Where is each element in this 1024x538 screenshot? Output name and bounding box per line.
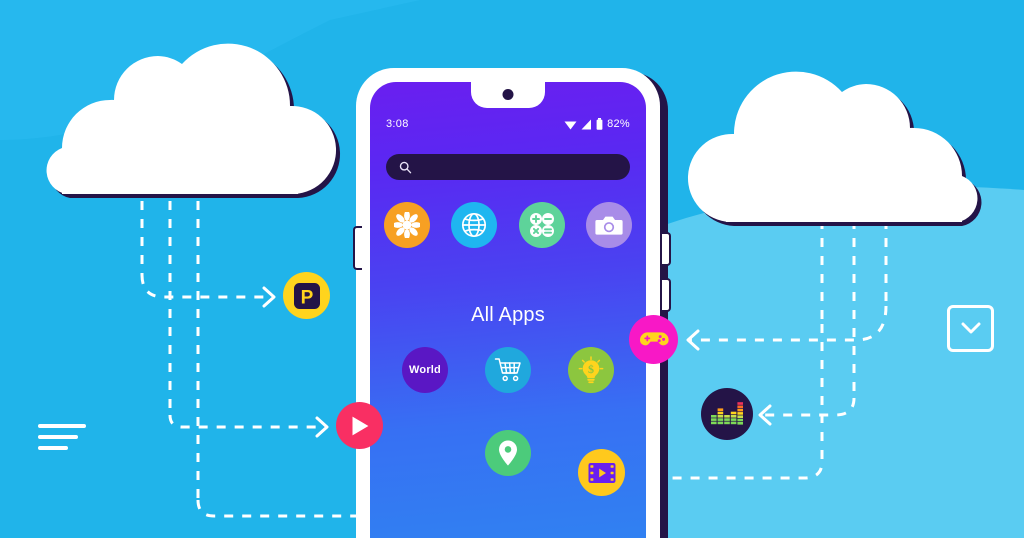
app-icon-browser[interactable] bbox=[451, 202, 498, 248]
app-icon-world[interactable]: World bbox=[402, 347, 448, 393]
status-bar: 3:08 82% bbox=[370, 114, 646, 134]
cloud-left-fill bbox=[46, 43, 337, 194]
play-triangle-icon bbox=[352, 416, 368, 435]
globe-icon bbox=[462, 212, 487, 238]
search-icon bbox=[399, 161, 412, 173]
app-icon-settings[interactable] bbox=[384, 202, 430, 248]
signal-icon bbox=[581, 119, 592, 129]
money-bulb-icon: $ bbox=[578, 356, 604, 384]
app-icon-maps[interactable] bbox=[485, 430, 531, 476]
page-title: All Apps bbox=[471, 304, 545, 326]
app-icon-calculator[interactable] bbox=[518, 202, 565, 248]
cloud-right-fill bbox=[687, 71, 978, 222]
chevron-down-icon bbox=[961, 322, 980, 334]
phone-notch bbox=[471, 82, 545, 108]
game-badge[interactable] bbox=[629, 315, 678, 364]
mid-app-row: World $ bbox=[402, 347, 614, 393]
status-indicators: 82% bbox=[564, 118, 630, 130]
world-label: World bbox=[409, 364, 441, 376]
power-button[interactable] bbox=[353, 226, 362, 270]
gear-icon bbox=[394, 212, 420, 238]
camera-icon bbox=[595, 216, 623, 235]
volume-up-button[interactable] bbox=[662, 232, 671, 266]
illustration-scene: 3:08 82% All Apps World $ P bbox=[0, 0, 1024, 538]
video-badge[interactable] bbox=[578, 449, 625, 496]
shopping-cart-icon bbox=[494, 358, 521, 382]
music-badge[interactable] bbox=[701, 388, 753, 440]
battery-percent: 82% bbox=[607, 118, 630, 130]
calculator-icon bbox=[529, 213, 554, 237]
top-app-row bbox=[384, 202, 632, 248]
status-time: 3:08 bbox=[386, 118, 409, 130]
app-icon-shopping[interactable] bbox=[485, 347, 531, 393]
volume-down-button[interactable] bbox=[662, 278, 671, 312]
battery-icon bbox=[596, 118, 603, 130]
svg-text:P: P bbox=[300, 287, 313, 308]
svg-text:$: $ bbox=[588, 362, 594, 376]
parking-badge[interactable]: P P bbox=[283, 272, 330, 319]
menu-lines-icon bbox=[38, 424, 86, 457]
location-pin-icon bbox=[499, 440, 517, 466]
play-badge[interactable] bbox=[336, 402, 383, 449]
front-camera-icon bbox=[502, 89, 514, 100]
gamepad-icon bbox=[639, 331, 669, 345]
search-input[interactable] bbox=[386, 154, 630, 180]
app-icon-camera[interactable] bbox=[585, 202, 632, 248]
wifi-icon bbox=[564, 121, 577, 129]
app-icon-finance[interactable]: $ bbox=[568, 347, 614, 393]
chevron-down-box-icon[interactable] bbox=[947, 305, 994, 352]
film-play-icon bbox=[588, 462, 615, 483]
equalizer-icon bbox=[711, 402, 743, 425]
